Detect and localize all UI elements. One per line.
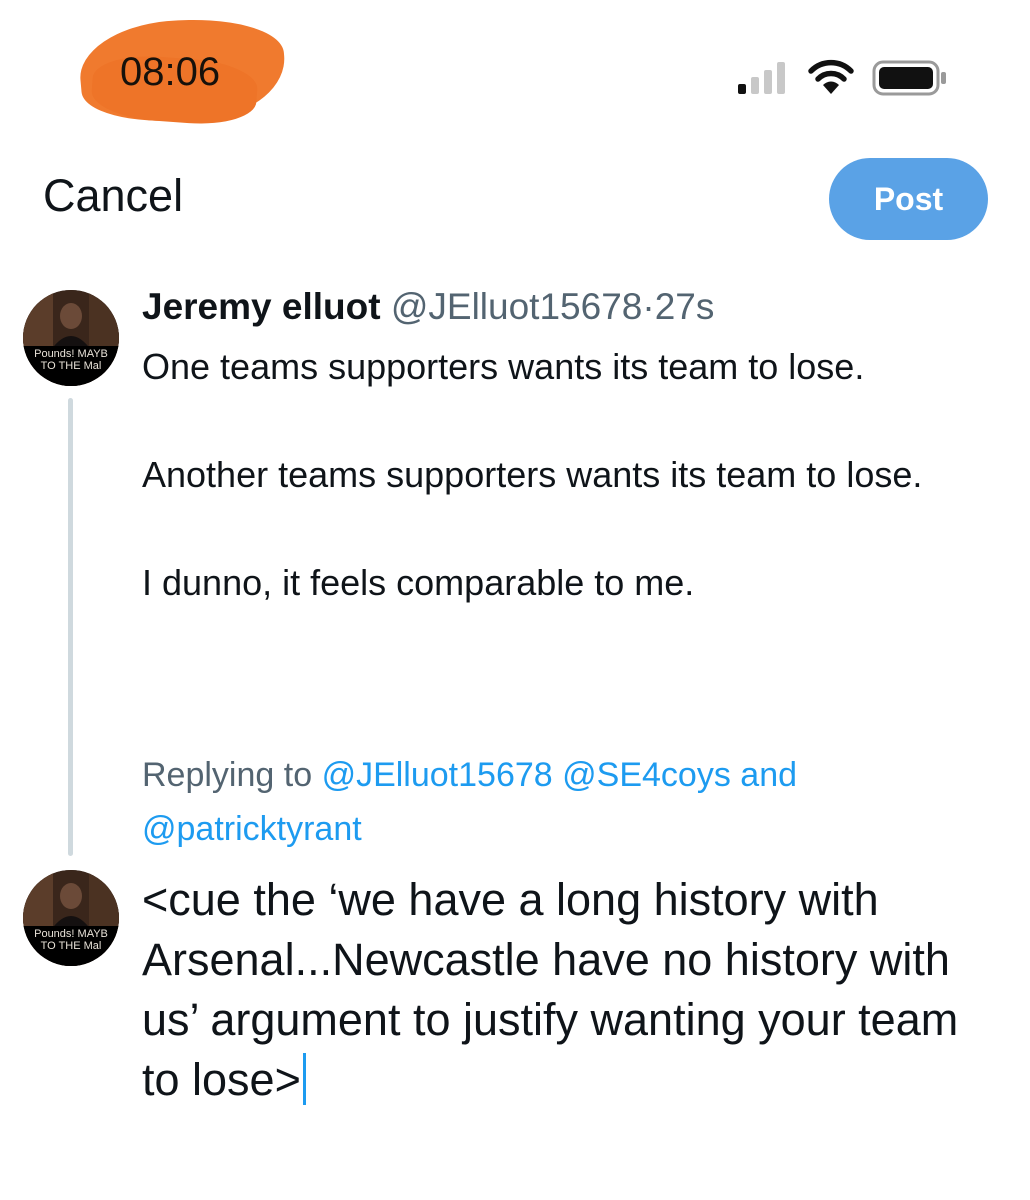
tweet-paragraph: Another teams supporters wants its team … [142, 454, 923, 495]
cancel-button[interactable]: Cancel [43, 170, 183, 222]
meta-separator: · [642, 286, 655, 327]
mention-link[interactable]: @patricktyrant [142, 810, 362, 848]
replying-to-label: Replying to [142, 756, 313, 794]
battery-icon [872, 60, 946, 96]
tweet-text: One teams supporters wants its team to l… [142, 340, 1002, 610]
avatar[interactable]: Pounds! MAYB TO THE Mal [23, 290, 119, 386]
author-name[interactable]: Jeremy elluot [142, 286, 381, 327]
avatar-caption-line-2: TO THE Mal [40, 940, 102, 952]
avatar-caption-line-1: Pounds! MAYB [34, 348, 108, 360]
status-time: 08:06 [120, 50, 221, 94]
text-cursor [302, 1053, 306, 1105]
wifi-icon [808, 59, 854, 94]
replying-to: Replying to @JElluot15678 @SE4coys and @… [142, 748, 962, 856]
compose-text: <cue the ‘we have a long history with Ar… [142, 874, 959, 1105]
mention-link[interactable]: @JElluot15678 [322, 756, 553, 794]
tweet-paragraph: One teams supporters wants its team to l… [142, 346, 865, 387]
reply-compose-input[interactable]: <cue the ‘we have a long history with Ar… [142, 870, 1002, 1110]
mention-link[interactable]: @SE4coys [562, 756, 731, 794]
cellular-signal-icon [738, 62, 785, 94]
mention-conjunction[interactable]: and [740, 756, 797, 794]
author-handle[interactable]: @JElluot15678 [391, 286, 643, 327]
thread-line [68, 398, 73, 856]
tweet-paragraph: I dunno, it feels comparable to me. [142, 562, 695, 603]
post-button[interactable]: Post [829, 158, 988, 240]
tweet-age: 27s [654, 286, 715, 327]
avatar-caption-line-1: Pounds! MAYB [34, 928, 108, 940]
tweet-header: Jeremy elluot @JElluot15678·27s [142, 286, 714, 328]
composer-avatar[interactable]: Pounds! MAYB TO THE Mal [23, 870, 119, 966]
avatar-caption-line-2: TO THE Mal [40, 360, 102, 372]
